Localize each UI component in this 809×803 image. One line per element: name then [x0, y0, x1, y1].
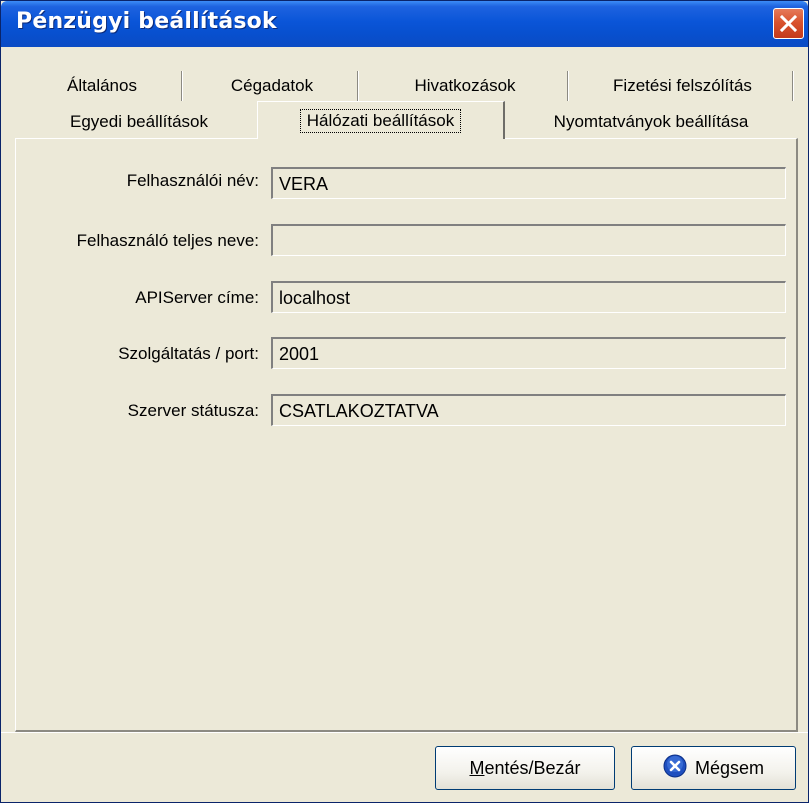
server-status-field[interactable]: CSATLAKOZTATVA: [271, 394, 786, 426]
window-title: Pénzügyi beállítások: [16, 9, 277, 34]
cancel-label: Mégsem: [694, 757, 765, 778]
tab-cegadatok[interactable]: Cégadatok: [185, 71, 359, 101]
full-name-field[interactable]: [271, 224, 786, 256]
cancel-button[interactable]: Mégsem: [631, 746, 796, 790]
tab-halozati-beallitasok[interactable]: Hálózati beállítások: [257, 101, 505, 139]
tab-altalanos[interactable]: Általános: [21, 71, 183, 101]
settings-dialog: Pénzügyi beállítások Általános Cégadatok…: [0, 0, 809, 803]
api-server-label: APIServer címe:: [135, 288, 259, 307]
title-bar[interactable]: Pénzügyi beállítások: [1, 1, 808, 47]
tab-label: Egyedi beállítások: [70, 112, 208, 131]
tab-fizetesi-felszolitas[interactable]: Fizetési felszólítás: [571, 71, 794, 101]
username-label: Felhasználói név:: [126, 171, 259, 190]
tab-nyomtatvanyok-beallitasa[interactable]: Nyomtatványok beállítása: [507, 105, 795, 139]
save-close-button[interactable]: Mentés/Bezár: [435, 746, 615, 790]
close-button[interactable]: [773, 8, 804, 39]
service-port-field[interactable]: 2001: [271, 337, 786, 369]
api-server-field[interactable]: localhost: [271, 281, 786, 313]
tab-label: Hivatkozások: [414, 76, 516, 95]
server-status-label: Szerver státusza:: [127, 401, 259, 420]
tab-label: Nyomtatványok beállítása: [553, 112, 749, 131]
save-close-label: Mentés/Bezár: [469, 757, 581, 778]
tab-label: Hálózati beállítások: [299, 108, 462, 133]
tab-hivatkozasok[interactable]: Hivatkozások: [361, 71, 569, 101]
full-name-label: Felhasználó teljes neve:: [76, 231, 259, 250]
tab-egyedi-beallitasok[interactable]: Egyedi beállítások: [19, 105, 259, 139]
close-icon: [779, 14, 798, 33]
cancel-x-icon: [663, 754, 687, 783]
service-port-label: Szolgáltatás / port:: [118, 344, 259, 363]
tab-label: Cégadatok: [230, 76, 314, 95]
username-field[interactable]: VERA: [271, 167, 786, 199]
tab-label: Általános: [67, 76, 137, 95]
tab-label: Fizetési felszólítás: [613, 76, 752, 95]
